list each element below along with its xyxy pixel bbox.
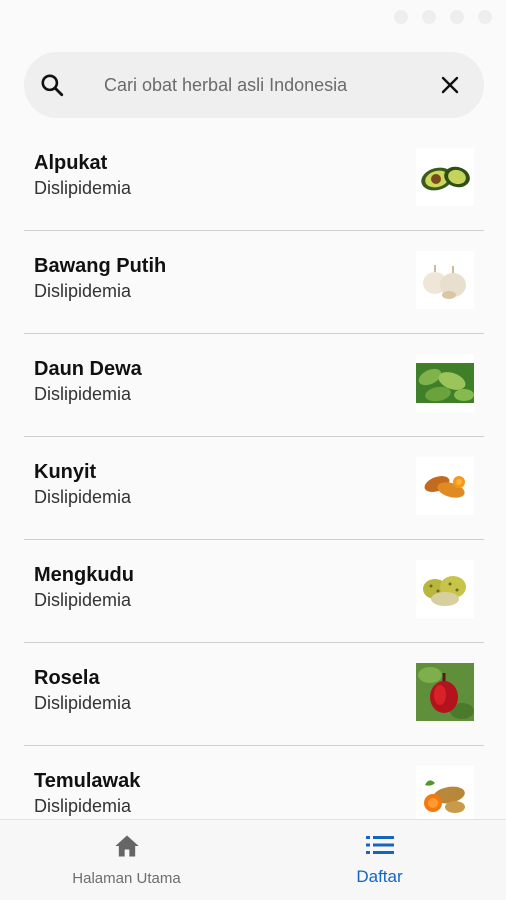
herbal-list: Alpukat Dislipidemia Bawang Putih Dislip… [24,128,484,849]
nav-home[interactable]: Halaman Utama [0,820,253,900]
list-item[interactable]: Rosela Dislipidemia [24,643,484,746]
item-category: Dislipidemia [34,590,132,610]
item-category: Dislipidemia [34,178,132,198]
bottom-navigation: Halaman Utama Daftar [0,819,506,900]
list-item[interactable]: Mengkudu Dislipidemia [24,540,484,643]
nav-list-label: Daftar [356,866,403,886]
list-item[interactable]: Alpukat Dislipidemia [24,128,484,231]
home-icon [113,833,141,864]
search-bar[interactable] [24,52,484,118]
item-name: Mengkudu [34,564,134,586]
roselle-image [416,663,474,721]
item-name: Alpukat [34,152,108,174]
wifi-icon [422,10,436,24]
item-category: Dislipidemia [34,281,132,301]
status-bar [0,0,506,34]
item-name: Rosela [34,667,100,689]
close-icon[interactable] [434,69,466,101]
search-input[interactable] [104,74,414,96]
leaf-image [416,354,474,412]
list-item[interactable]: Daun Dewa Dislipidemia [24,334,484,437]
item-name: Kunyit [34,461,97,483]
list-item[interactable]: Bawang Putih Dislipidemia [24,231,484,334]
signal-icon [450,10,464,24]
item-name: Daun Dewa [34,358,142,380]
item-name: Bawang Putih [34,255,167,277]
turmeric-image [416,457,474,515]
item-name: Temulawak [34,770,141,792]
nav-home-label: Halaman Utama [72,870,181,887]
list-item[interactable]: Kunyit Dislipidemia [24,437,484,540]
battery-icon [478,10,492,24]
search-icon[interactable] [26,52,78,118]
garlic-image [416,251,474,309]
item-category: Dislipidemia [34,487,132,507]
temulawak-image [416,766,474,824]
nav-list[interactable]: Daftar [253,820,506,900]
status-icon [394,10,408,24]
item-category: Dislipidemia [34,384,132,404]
avocado-image [416,148,474,206]
item-category: Dislipidemia [34,693,132,713]
item-category: Dislipidemia [34,796,132,816]
noni-image [416,560,474,618]
list-icon [365,834,394,861]
